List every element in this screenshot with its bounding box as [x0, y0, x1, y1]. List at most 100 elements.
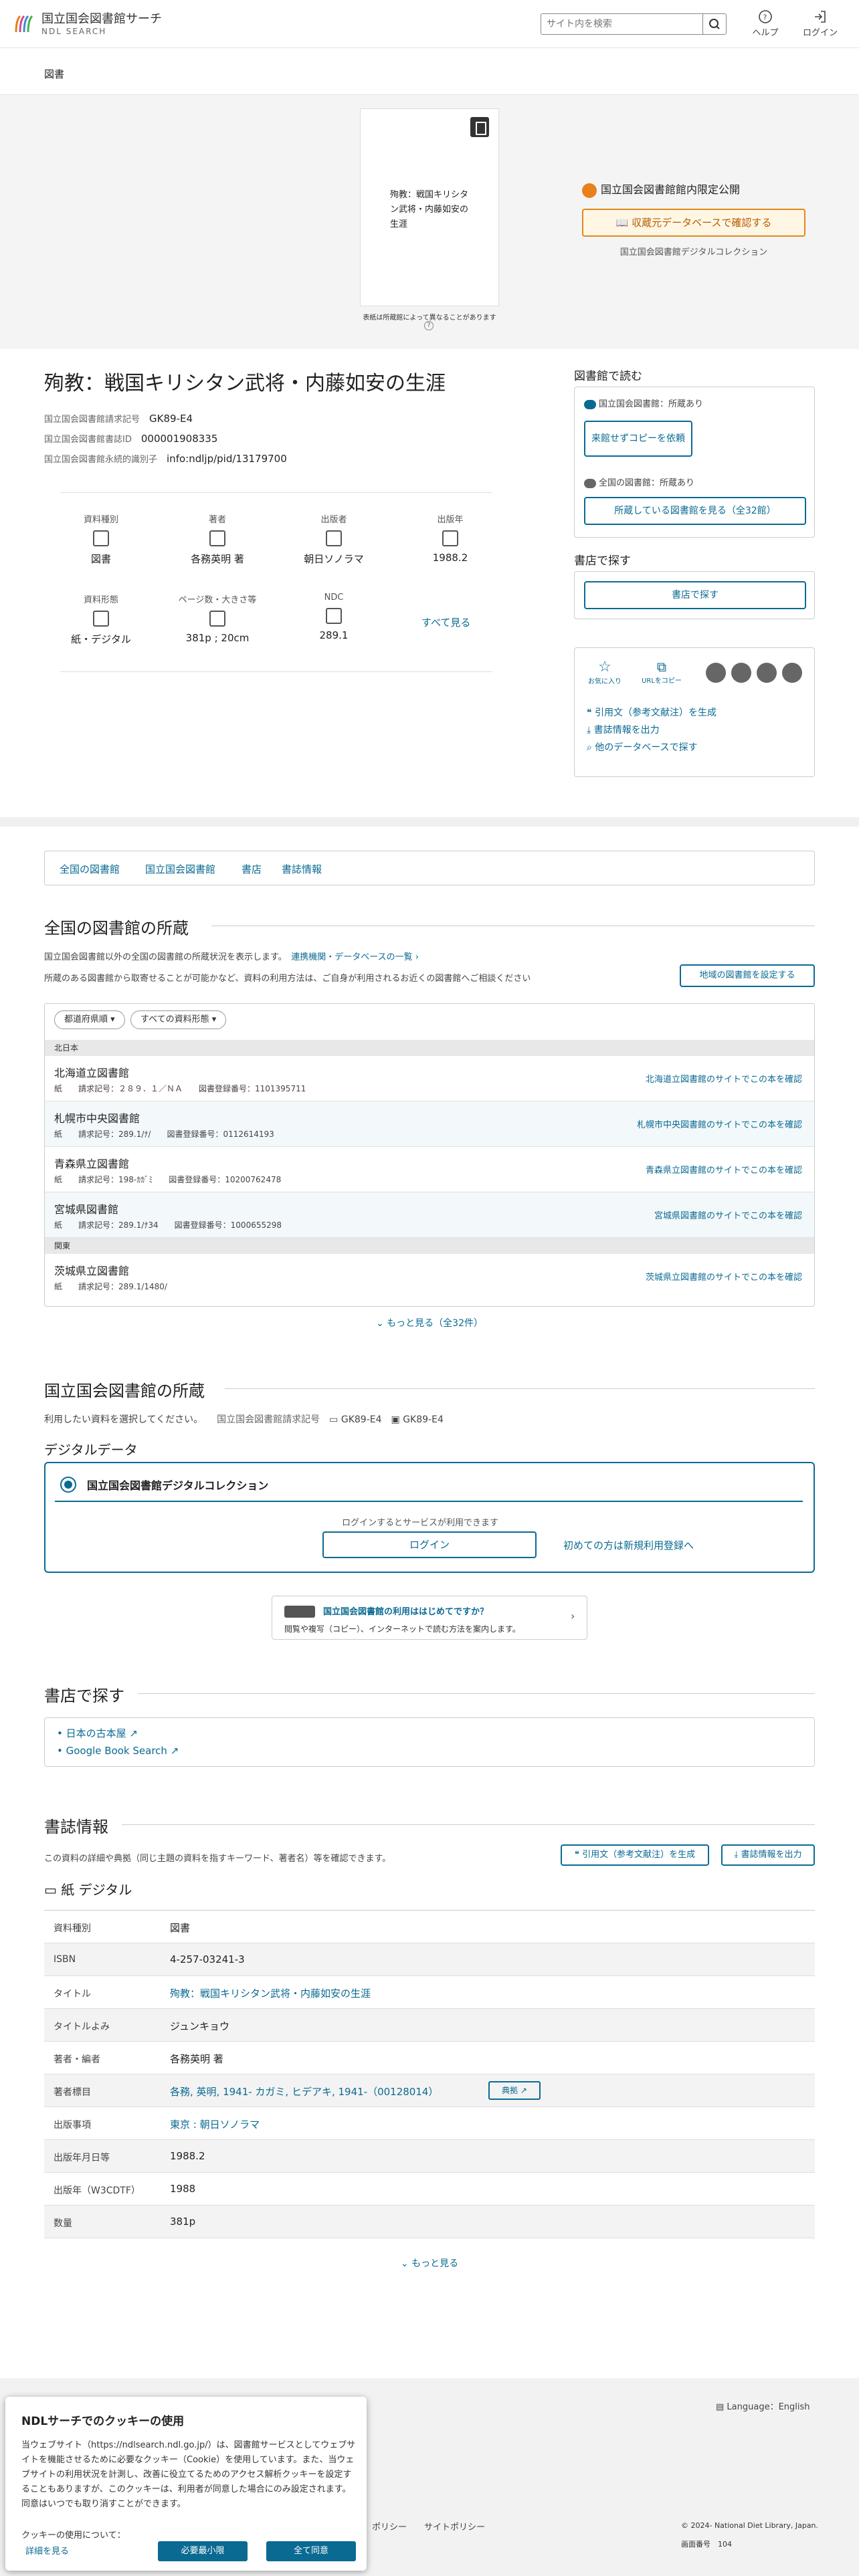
site-policy-link[interactable]: サイトポリシー — [424, 2520, 485, 2533]
facebook-share-icon[interactable] — [731, 663, 751, 683]
language-link[interactable]: ▤ Language：English — [716, 2399, 810, 2412]
row-key: タイトル — [54, 1989, 91, 2000]
library-row: 青森県立図書館紙 請求記号：198-ｶｶﾞﾐ 図書登録番号：1020076247… — [45, 1147, 814, 1192]
privacy-link[interactable]: ポリシー — [372, 2520, 407, 2533]
x-share-icon[interactable] — [706, 663, 726, 683]
copy-request-button[interactable]: 来館せずコピーを依頼 — [584, 421, 692, 457]
see-all-link[interactable]: すべて見る — [421, 615, 470, 629]
meta-value: 朝日ソノラマ — [304, 553, 364, 565]
library-icon — [584, 478, 596, 488]
cookie-title: NDLサーチでのクッキーの使用 — [21, 2415, 185, 2428]
more-libraries-link[interactable]: ⌄ もっと見る（全32件） — [363, 1316, 496, 1329]
shop-link-google[interactable]: • Google Book Search ↗ — [57, 1745, 179, 1757]
library-name: 青森県立図書館 — [54, 1158, 130, 1170]
confirm-database-button[interactable]: 📖 収蔵元データベースで確認する — [582, 209, 805, 237]
ndl-callno-paper[interactable]: GK89-E4 — [341, 1414, 382, 1425]
search-button[interactable] — [702, 13, 727, 35]
page-number-label: 画面番号 — [681, 2540, 710, 2549]
logo-subtitle[interactable]: NDL SEARCH — [41, 27, 106, 36]
holdings-heading: 全国の図書館の所蔵 — [44, 919, 189, 938]
export-link[interactable]: ⤓ 書誌情報を出力 — [587, 723, 660, 736]
book-type-icon — [93, 530, 109, 546]
library-site-link[interactable]: 茨城県立図書館のサイトでこの本を確認 — [646, 1270, 802, 1283]
table-row: 出版年月日等 1988.2 — [44, 2140, 815, 2173]
ndl-heading: 国立国会図書館の所蔵 — [44, 1382, 205, 1400]
favorite-button[interactable]: ☆ お気に入り — [588, 659, 622, 685]
url-copy-button[interactable]: ⧉ URLをコピー — [642, 659, 682, 685]
authority-button[interactable]: 典拠 ↗ — [488, 2081, 541, 2100]
section-separator — [0, 817, 859, 827]
nav-all-libraries[interactable]: 全国の図書館 — [60, 862, 120, 876]
meta-value: 図書 — [90, 553, 111, 565]
row-key: 出版年（W3CDTF） — [54, 2185, 140, 2196]
chevron-right-icon: › — [571, 1610, 575, 1622]
set-region-button[interactable]: 地域の図書館を設定する — [680, 964, 815, 987]
shop-section-heading: 書店で探す — [44, 1687, 124, 1705]
cookie-detail-link[interactable]: 詳細を見る — [25, 2544, 69, 2557]
bus-icon — [284, 1606, 315, 1618]
first-time-guide[interactable]: 国立国会図書館の利用ははじめてですか？ 閲覧や複写（コピー）、インターネットで読… — [272, 1596, 587, 1640]
guide-title: 国立国会図書館の利用ははじめてですか？ — [323, 1607, 489, 1617]
logo-title[interactable]: 国立国会図書館サーチ — [41, 9, 162, 27]
library-detail: 紙 請求記号：289.1/1480/ — [54, 1282, 167, 1291]
limited-icon — [582, 183, 597, 198]
biblio-cite-label: 引用文（参考文献注）を生成 — [582, 1850, 696, 1860]
library-name: 宮城県図書館 — [54, 1203, 119, 1216]
book-cover: 殉教：戦国キリシタン武将・内藤如安の生涯 — [360, 108, 499, 306]
sort-dropdown[interactable]: 都道府県順 ▾ — [54, 1010, 125, 1029]
question-icon[interactable]: ? — [424, 321, 434, 330]
library-site-link[interactable]: 宮城県図書館のサイトでこの本を確認 — [654, 1208, 802, 1221]
other-db-link[interactable]: ⌕ 他のデータベースで探す — [587, 740, 698, 754]
bullet: • — [57, 1745, 66, 1757]
author-heading-link[interactable]: 各務, 英明, 1941- カガミ, ヒデアキ, 1941-（00128014） — [170, 2084, 438, 2099]
nav-shop[interactable]: 書店 — [242, 862, 262, 876]
mail-share-icon[interactable] — [782, 663, 802, 683]
biblio-export-button[interactable]: ⤓ 書誌情報を出力 — [721, 1844, 815, 1866]
region-header: 北日本 — [45, 1040, 814, 1056]
cookie-use-label: クッキーの使用について： — [21, 2531, 126, 2541]
shop-link-kosho[interactable]: • 日本の古本屋 ↗ — [57, 1726, 138, 1740]
line-share-icon[interactable] — [757, 663, 777, 683]
shop-search-button[interactable]: 書店で探す — [584, 581, 806, 609]
help-button[interactable]: ? ヘルプ — [745, 9, 785, 38]
library-name: 茨城県立図書館 — [54, 1265, 130, 1277]
meta-type: 資料種別 図書 — [58, 512, 145, 566]
region-header: 関東 — [45, 1238, 814, 1254]
dc-radio[interactable] — [60, 1477, 76, 1493]
site-search-input[interactable] — [541, 13, 705, 35]
quote-icon: ❝ — [587, 708, 595, 718]
calendar-icon — [442, 530, 458, 546]
title-link[interactable]: 殉教：戦国キリシタン武将・内藤如安の生涯 — [170, 1986, 371, 2000]
breadcrumb: 図書 — [0, 48, 859, 95]
partner-list-link[interactable]: 連携機関・データベースの一覧 — [291, 952, 412, 962]
biblio-more-link[interactable]: ⌄ もっと見る — [363, 2256, 496, 2270]
library-site-link[interactable]: 青森県立図書館のサイトでこの本を確認 — [646, 1163, 802, 1176]
biblio-cite-button[interactable]: ❝ 引用文（参考文献注）を生成 — [561, 1844, 709, 1866]
paper-digital-icon — [93, 611, 109, 627]
cookie-necessary-button[interactable]: 必要最小限 — [158, 2541, 248, 2561]
nav-biblio[interactable]: 書誌情報 — [282, 862, 322, 876]
format-dropdown[interactable]: すべての資料形態 ▾ — [130, 1010, 227, 1029]
library-site-link[interactable]: 北海道立図書館のサイトでこの本を確認 — [646, 1072, 802, 1085]
biblio-table: 資料種別 図書 ISBN 4-257-03241-3 タイトル 殉教：戦国キリシタン武… — [44, 1910, 815, 2238]
cite-link[interactable]: ❝ 引用文（参考文献注）を生成 — [587, 706, 717, 719]
login-header-button[interactable]: ログイン — [800, 9, 840, 38]
divider — [122, 1824, 815, 1825]
ndl-callno-digital[interactable]: GK89-E4 — [403, 1414, 444, 1425]
login-button[interactable]: ログイン — [322, 1531, 537, 1558]
cite-label: 引用文（参考文献注）を生成 — [594, 708, 717, 718]
all-libraries-button[interactable]: 所蔵している図書館を見る（全32館） — [584, 497, 806, 525]
nav-ndl[interactable]: 国立国会図書館 — [145, 862, 215, 876]
paper-digital-icon: ▭ — [44, 1882, 62, 1898]
pid-label: 国立国会図書館永続的識別子 — [44, 455, 158, 465]
library-site-link[interactable]: 札幌市中央図書館のサイトでこの本を確認 — [637, 1117, 802, 1130]
ndl-logo-icon[interactable] — [13, 12, 37, 36]
digital-heading: デジタルデータ — [44, 1442, 138, 1458]
cookie-accept-button[interactable]: 全て同意 — [266, 2541, 356, 2561]
library-name: 札幌市中央図書館 — [54, 1112, 140, 1125]
biblio-id-value: 000001908335 — [140, 433, 218, 445]
register-link[interactable]: 初めての方は新規利用登録へ — [563, 1538, 694, 1552]
list-icon — [326, 608, 342, 624]
external-link-icon: ↗ — [167, 1745, 179, 1757]
publisher-link[interactable]: 東京 : 朝日ソノラマ — [170, 2117, 260, 2131]
